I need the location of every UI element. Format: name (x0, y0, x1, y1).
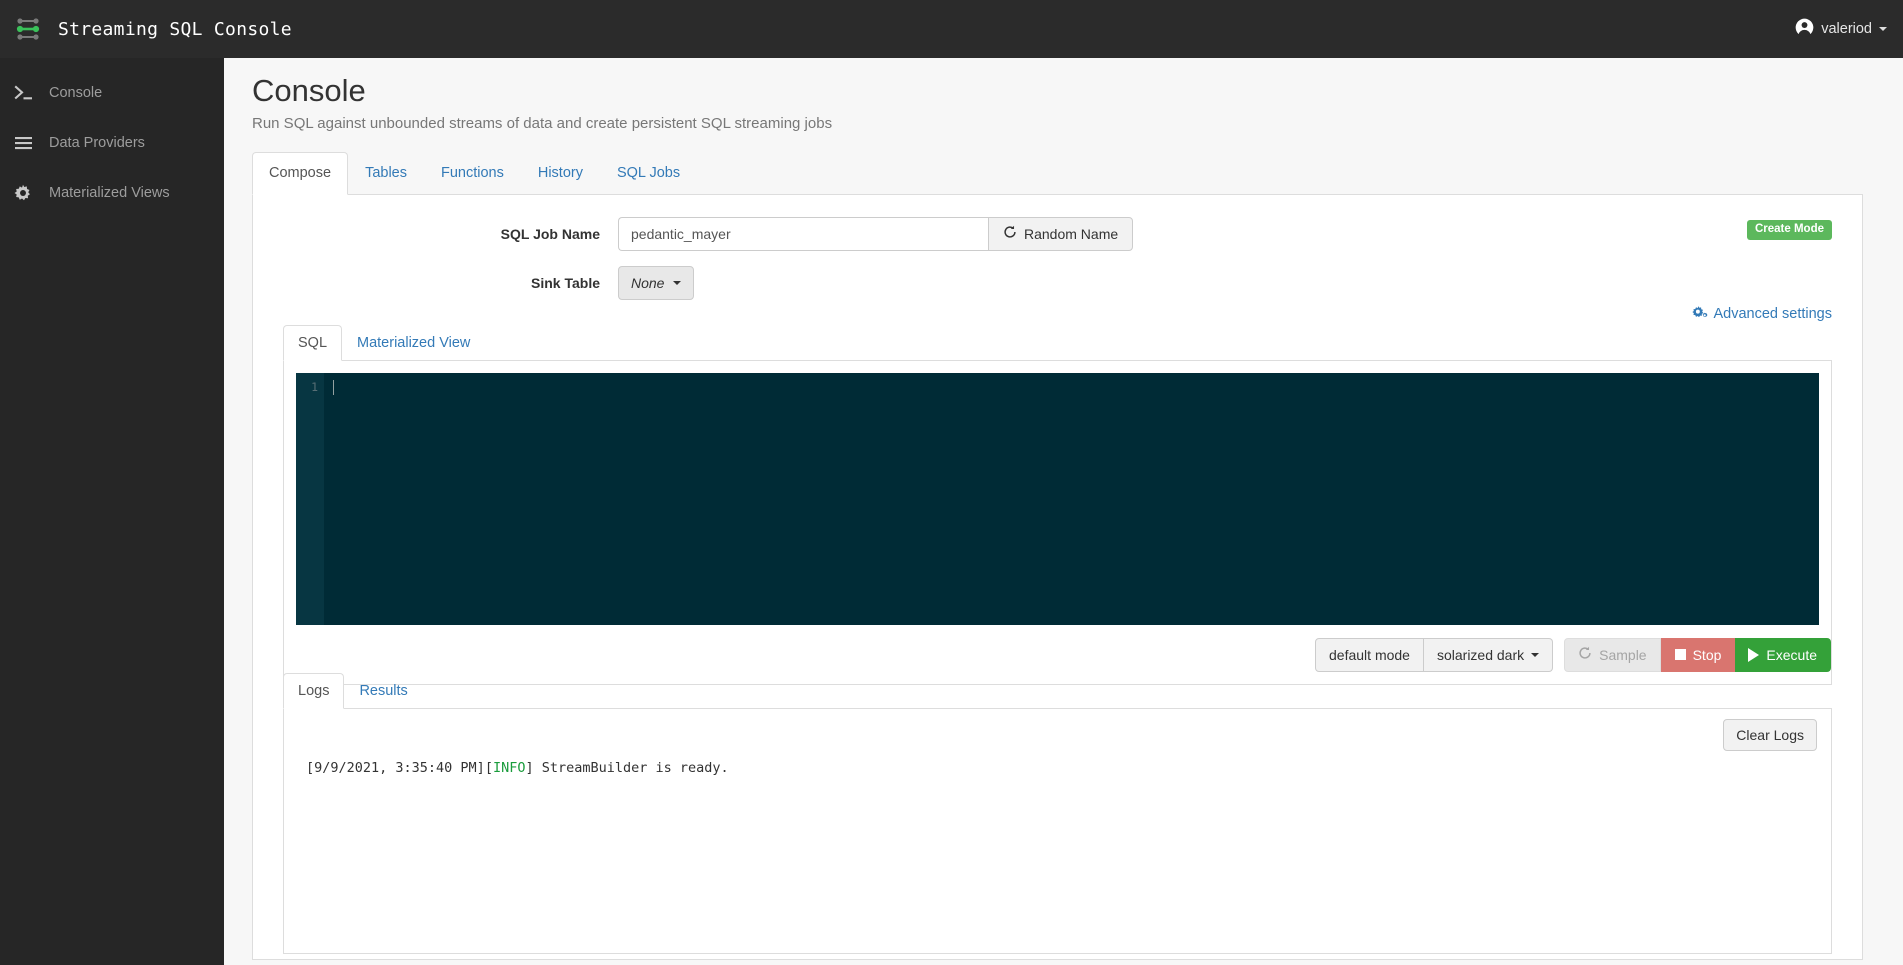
job-name-row: SQL Job Name Random Name (283, 216, 1832, 251)
tab-sql-jobs-label[interactable]: SQL Jobs (600, 152, 697, 195)
editor-theme-label: solarized dark (1436, 646, 1525, 663)
caret-down-icon (673, 280, 682, 285)
log-message: StreamBuilder is ready. (533, 759, 729, 776)
stop-square-icon (1674, 649, 1686, 661)
sample-button[interactable]: Sample (1564, 637, 1661, 672)
tab-compose-label[interactable]: Compose (252, 152, 349, 195)
tab-materialized-view-label[interactable]: Materialized View (342, 325, 485, 361)
editor-toolbar: default mode solarized dark Sample Stop … (284, 637, 1831, 672)
caret-down-icon (1879, 27, 1887, 31)
log-line: [9/9/2021, 3:35:40 PM][INFO] StreamBuild… (306, 758, 1815, 780)
refresh-icon (1003, 225, 1017, 242)
editor-block: SQL Materialized View 1 default mode sol… (283, 324, 1832, 685)
text-caret (333, 379, 334, 395)
advanced-settings-label: Advanced settings (1713, 306, 1833, 323)
status-badge: Create Mode (1746, 219, 1832, 240)
log-level-close: ] (525, 759, 534, 776)
sidebar-item-data-providers[interactable]: Data Providers (0, 118, 224, 168)
random-name-button-label: Random Name (1024, 225, 1119, 242)
sql-job-name-input[interactable] (618, 216, 988, 251)
editor-settings-group: default mode solarized dark (1315, 637, 1554, 672)
tab-compose[interactable]: Compose (252, 152, 349, 195)
user-menu[interactable]: valeriod (1795, 0, 1887, 58)
page-subtitle: Run SQL against unbounded streams of dat… (252, 115, 833, 133)
stop-button[interactable]: Stop (1660, 637, 1736, 672)
tab-tables-label[interactable]: Tables (348, 152, 424, 195)
sink-table-label: Sink Table (531, 274, 600, 291)
stop-button-label: Stop (1692, 646, 1722, 663)
brand-title: Streaming SQL Console (58, 18, 292, 40)
tab-functions-label[interactable]: Functions (424, 152, 521, 195)
advanced-settings-link[interactable]: Advanced settings (1691, 305, 1833, 324)
editor-actions-group: Sample Stop Execute (1564, 637, 1831, 672)
gear-icon (14, 184, 40, 202)
log-level: INFO (492, 759, 526, 776)
bars-icon (14, 135, 40, 151)
sql-code-editor[interactable]: 1 (296, 372, 1819, 625)
user-name: valeriod (1821, 21, 1872, 37)
brand[interactable]: Streaming SQL Console (0, 16, 292, 42)
clear-logs-button[interactable]: Clear Logs (1723, 718, 1817, 751)
keymap-mode-label: default mode (1329, 646, 1410, 663)
compose-panel: Create Mode SQL Job Name Random Name (252, 194, 1863, 960)
editor-gutter: 1 (296, 372, 324, 625)
editor-text-area[interactable] (324, 373, 1819, 625)
main-tabs: Compose Tables Functions History SQL Job… (252, 152, 1863, 195)
user-circle-icon (1795, 18, 1814, 41)
sample-button-label: Sample (1599, 646, 1647, 663)
sink-table-dropdown[interactable]: None (618, 265, 695, 300)
sink-table-selected-value: None (631, 274, 665, 291)
editor-tabs: SQL Materialized View (283, 324, 1832, 361)
sidebar-item-label: Console (49, 85, 103, 101)
tab-results-label[interactable]: Results (344, 673, 422, 709)
tab-sql[interactable]: SQL (283, 324, 343, 361)
sidebar-item-label: Materialized Views (49, 185, 170, 201)
log-output: [9/9/2021, 3:35:40 PM][INFO] StreamBuild… (300, 758, 1815, 780)
tab-results[interactable]: Results (344, 673, 422, 709)
log-level-open: [ (484, 759, 493, 776)
cogs-icon (1691, 305, 1708, 324)
sink-table-row: Sink Table None (283, 265, 1832, 300)
editor-theme-dropdown[interactable]: solarized dark (1423, 637, 1554, 672)
main-content: Console Run SQL against unbounded stream… (224, 58, 1903, 965)
page-title: Console (252, 73, 366, 108)
job-name-input-group: Random Name (618, 216, 1134, 251)
execute-button-label: Execute (1766, 646, 1817, 663)
graph-nodes-icon (14, 16, 44, 42)
terminal-prompt-icon (14, 85, 40, 101)
logs-panel: Clear Logs [9/9/2021, 3:35:40 PM][INFO] … (283, 708, 1832, 954)
tab-materialized-view[interactable]: Materialized View (342, 325, 485, 361)
tab-sql-jobs[interactable]: SQL Jobs (600, 152, 697, 195)
tab-sql-label[interactable]: SQL (283, 324, 343, 361)
log-timestamp: [9/9/2021, 3:35:40 PM] (306, 759, 485, 776)
tab-history[interactable]: History (521, 152, 600, 195)
keymap-mode-button[interactable]: default mode (1315, 637, 1424, 672)
job-name-label: SQL Job Name (500, 225, 600, 242)
sidebar: Console Data Providers Materialized View… (0, 58, 224, 965)
refresh-icon (1578, 646, 1592, 663)
line-number: 1 (311, 379, 318, 394)
clear-logs-label: Clear Logs (1736, 726, 1804, 743)
tab-logs[interactable]: Logs (283, 672, 345, 709)
output-block: Logs Results Clear Logs [9/9/2021, 3:35:… (283, 672, 1832, 959)
tab-logs-label[interactable]: Logs (283, 672, 345, 709)
sidebar-item-console[interactable]: Console (0, 68, 224, 118)
tab-functions[interactable]: Functions (424, 152, 521, 195)
top-navbar: Streaming SQL Console valeriod (0, 0, 1903, 58)
sidebar-item-materialized-views[interactable]: Materialized Views (0, 168, 224, 218)
sidebar-item-label: Data Providers (49, 135, 145, 151)
editor-wrapper: 1 default mode solarized dark Sample Sto… (283, 360, 1832, 685)
play-icon (1748, 647, 1760, 662)
output-tabs: Logs Results (283, 672, 1832, 709)
tab-history-label[interactable]: History (521, 152, 600, 195)
caret-down-icon (1531, 652, 1540, 657)
tab-tables[interactable]: Tables (348, 152, 424, 195)
random-name-button[interactable]: Random Name (988, 216, 1134, 251)
execute-button[interactable]: Execute (1735, 637, 1831, 672)
